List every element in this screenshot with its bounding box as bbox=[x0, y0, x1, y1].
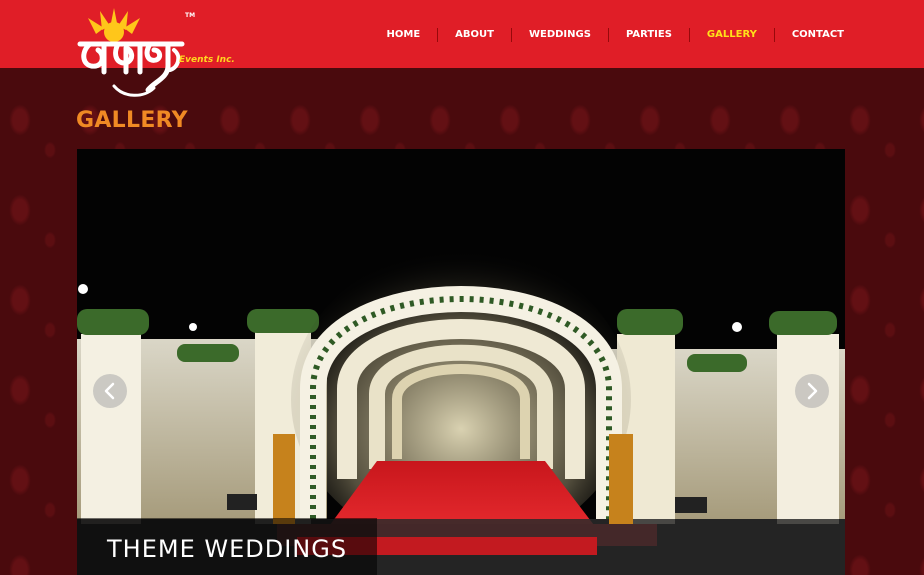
nav-about[interactable]: ABOUT bbox=[437, 28, 511, 42]
brand-logo[interactable]: TM Events Inc. bbox=[74, 6, 235, 106]
nav-home[interactable]: HOME bbox=[370, 28, 438, 42]
site-header: TM Events Inc. HOME ABOUT WEDDINGS PARTI… bbox=[0, 0, 924, 97]
trademark-mark: TM bbox=[185, 12, 196, 19]
nav-contact[interactable]: CONTACT bbox=[773, 28, 844, 42]
chevron-right-icon bbox=[807, 382, 818, 400]
nav-gallery[interactable]: GALLERY bbox=[688, 28, 774, 42]
nav-weddings[interactable]: WEDDINGS bbox=[510, 28, 608, 42]
page-title: GALLERY bbox=[76, 108, 188, 133]
nav-parties[interactable]: PARTIES bbox=[607, 28, 689, 42]
slide-image bbox=[77, 149, 845, 575]
previous-slide-button[interactable] bbox=[93, 374, 127, 408]
main-nav: HOME ABOUT WEDDINGS PARTIES GALLERY CONT… bbox=[370, 28, 844, 42]
slide-caption: THEME WEDDINGS bbox=[107, 535, 348, 563]
next-slide-button[interactable] bbox=[795, 374, 829, 408]
logo-subtitle: Events Inc. bbox=[179, 55, 235, 65]
slide-caption-bar: THEME WEDDINGS bbox=[77, 518, 377, 575]
chevron-left-icon bbox=[104, 382, 115, 400]
gallery-slider: THEME WEDDINGS bbox=[77, 149, 845, 575]
